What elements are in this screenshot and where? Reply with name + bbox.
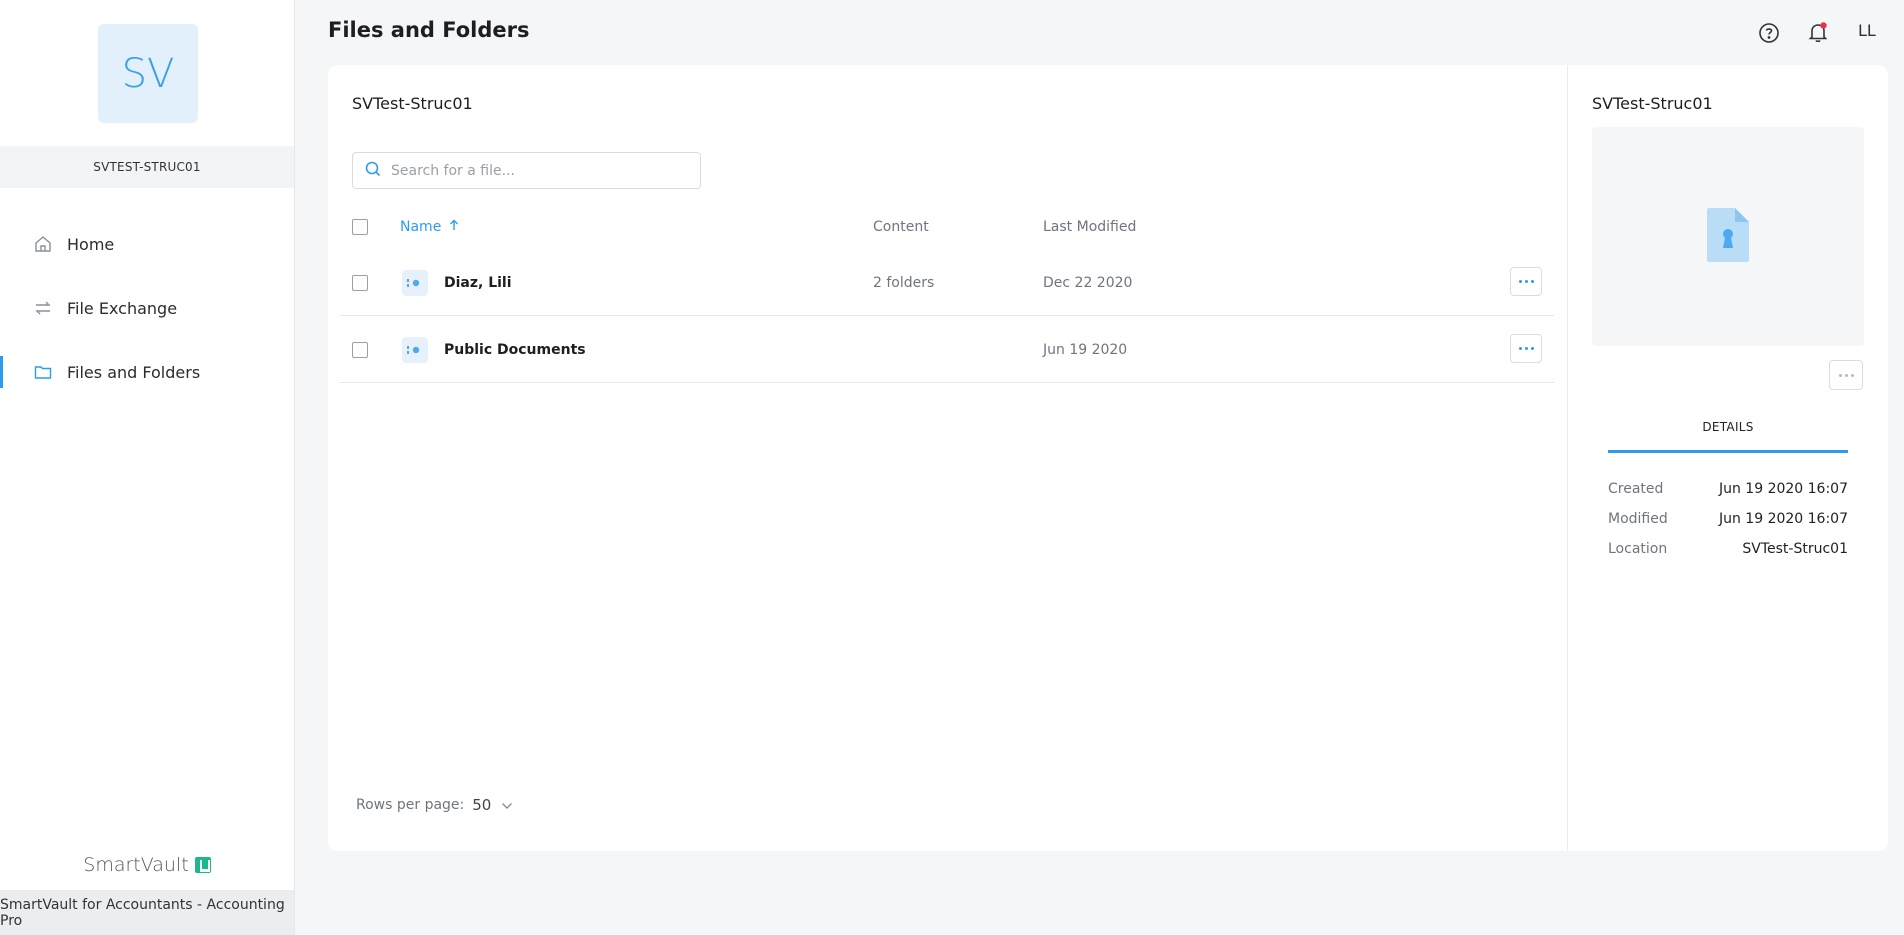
table-row[interactable]: Public Documents Jun 19 2020 bbox=[340, 316, 1554, 383]
sidebar-item-label: Files and Folders bbox=[67, 362, 201, 382]
detail-value: Jun 19 2020 16:07 bbox=[1718, 481, 1848, 497]
vault-folder-icon bbox=[402, 337, 428, 363]
file-preview bbox=[1592, 127, 1864, 346]
sidebar: SV SVTEST-STRUC01 Home File Exchange Fil… bbox=[0, 0, 295, 935]
column-header-name-label: Name bbox=[400, 219, 442, 235]
vault-folder-icon bbox=[402, 270, 428, 296]
row-checkbox[interactable] bbox=[352, 275, 368, 291]
panel-divider bbox=[1567, 65, 1568, 851]
row-more-button[interactable] bbox=[1510, 334, 1542, 363]
more-dots-icon bbox=[1518, 280, 1534, 283]
vault-document-icon bbox=[1705, 206, 1751, 268]
search-box bbox=[352, 152, 701, 189]
active-indicator bbox=[0, 356, 3, 388]
detail-value: Jun 19 2020 16:07 bbox=[1718, 511, 1848, 527]
row-last-modified: Jun 19 2020 bbox=[1043, 341, 1128, 358]
notification-bell-icon[interactable] bbox=[1806, 20, 1830, 44]
column-header-content[interactable]: Content bbox=[873, 219, 929, 235]
rows-per-page-select[interactable]: 50 bbox=[472, 796, 513, 814]
brand-name: SmartVault bbox=[83, 854, 189, 876]
smartvault-logo: SmartVault bbox=[0, 854, 294, 876]
column-header-last-modified[interactable]: Last Modified bbox=[1043, 219, 1136, 235]
chevron-down-icon bbox=[501, 796, 513, 814]
account-name: SVTEST-STRUC01 bbox=[0, 146, 294, 188]
exchange-icon bbox=[34, 299, 52, 317]
search-icon bbox=[365, 161, 381, 181]
row-checkbox[interactable] bbox=[352, 342, 368, 358]
sort-ascending-icon bbox=[449, 219, 459, 235]
sidebar-item-file-exchange[interactable]: File Exchange bbox=[0, 276, 294, 340]
current-folder-title: SVTest-Struc01 bbox=[352, 94, 473, 113]
help-icon[interactable] bbox=[1757, 21, 1781, 45]
row-more-button[interactable] bbox=[1510, 267, 1542, 296]
search-input[interactable] bbox=[391, 162, 681, 179]
sidebar-item-label: File Exchange bbox=[67, 298, 178, 318]
brand-badge-icon bbox=[194, 857, 211, 873]
tab-details[interactable]: DETAILS bbox=[1608, 420, 1848, 453]
sidebar-item-home[interactable]: Home bbox=[0, 212, 294, 276]
rows-per-page-label: Rows per page: bbox=[356, 797, 465, 813]
rows-per-page: Rows per page: 50 bbox=[356, 796, 513, 814]
account-avatar: SV bbox=[98, 24, 198, 123]
page-title: Files and Folders bbox=[328, 18, 530, 42]
home-icon bbox=[34, 235, 52, 253]
row-last-modified: Dec 22 2020 bbox=[1043, 274, 1133, 291]
product-footer: SmartVault for Accountants - Accounting … bbox=[0, 890, 294, 935]
row-name[interactable]: Public Documents bbox=[444, 316, 586, 383]
sidebar-nav: Home File Exchange Files and Folders bbox=[0, 212, 294, 404]
rows-per-page-value: 50 bbox=[472, 796, 492, 814]
detail-row-created: Created Jun 19 2020 16:07 bbox=[1608, 481, 1848, 497]
detail-key: Created bbox=[1608, 481, 1664, 497]
details-panel-title: SVTest-Struc01 bbox=[1592, 94, 1713, 113]
more-dots-icon bbox=[1838, 373, 1854, 377]
row-content: 2 folders bbox=[873, 274, 935, 291]
user-avatar-initials[interactable]: LL bbox=[1858, 21, 1876, 40]
more-dots-icon bbox=[1518, 347, 1534, 350]
row-name[interactable]: Diaz, Lili bbox=[444, 249, 512, 316]
detail-key: Modified bbox=[1608, 511, 1668, 527]
details-more-button[interactable] bbox=[1829, 360, 1863, 390]
detail-row-modified: Modified Jun 19 2020 16:07 bbox=[1608, 511, 1848, 527]
detail-key: Location bbox=[1608, 541, 1668, 557]
sidebar-item-files-and-folders[interactable]: Files and Folders bbox=[0, 340, 294, 404]
table-row[interactable]: Diaz, Lili 2 folders Dec 22 2020 bbox=[340, 249, 1554, 316]
column-header-name[interactable]: Name bbox=[400, 219, 459, 235]
select-all-checkbox[interactable] bbox=[352, 219, 368, 235]
folder-icon bbox=[34, 363, 52, 381]
detail-value: SVTest-Struc01 bbox=[1742, 541, 1848, 557]
sidebar-item-label: Home bbox=[67, 234, 115, 254]
detail-row-location: Location SVTest-Struc01 bbox=[1608, 541, 1848, 557]
